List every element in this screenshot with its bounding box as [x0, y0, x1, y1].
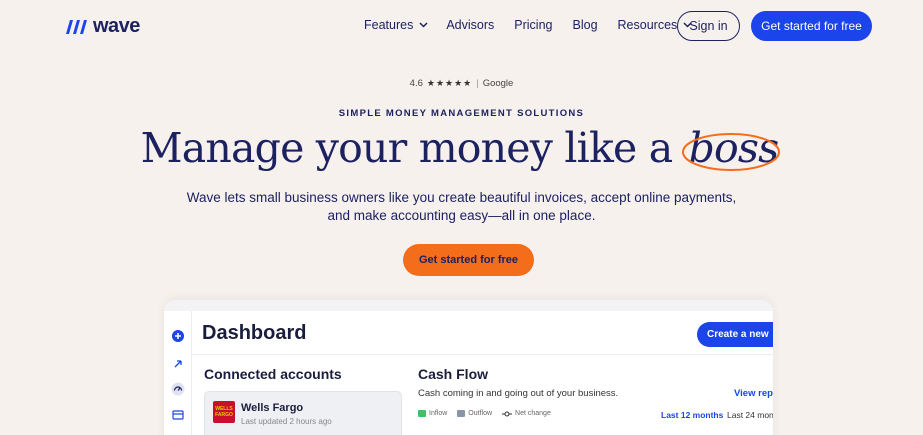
- legend-inflow-label: Inflow: [429, 410, 448, 417]
- subtext-line-1: Wave lets small business owners like you…: [186, 190, 737, 205]
- rating-stars-icon: ★★★★★: [426, 78, 473, 88]
- net-change-line-icon: [502, 411, 513, 416]
- hero-subtext: Wave lets small business owners like you…: [0, 189, 923, 225]
- chevron-down-icon: [419, 22, 428, 28]
- legend-net-change: Net change: [502, 410, 551, 417]
- rating-separator: |: [476, 78, 479, 89]
- plus-icon[interactable]: [171, 329, 185, 343]
- view-report-link[interactable]: View repo: [734, 388, 773, 399]
- subtext-line-2: and make accounting easy—all in one plac…: [327, 208, 596, 223]
- dashboard-icon[interactable]: [171, 382, 185, 396]
- nav-pricing-label: Pricing: [514, 18, 553, 32]
- nav-advisors[interactable]: Advisors: [446, 18, 494, 32]
- nav-blog[interactable]: Blog: [573, 18, 598, 32]
- rating-value: 4.6: [409, 78, 423, 89]
- rating-source: Google: [482, 78, 514, 89]
- cash-flow-legend: Inflow Outflow Net change: [418, 410, 551, 417]
- range-24-months[interactable]: Last 24 mon: [727, 410, 773, 420]
- account-updated: Last updated 2 hours ago: [241, 417, 332, 426]
- rocket-icon[interactable]: [171, 357, 185, 371]
- legend-outflow-label: Outflow: [468, 410, 493, 417]
- headline-emphasis: boss: [681, 124, 783, 172]
- dashboard-preview: Dashboard Create a new Connected account…: [164, 300, 773, 435]
- legend-net-change-label: Net change: [515, 410, 551, 417]
- sign-in-button[interactable]: Sign in: [677, 11, 740, 41]
- nav-blog-label: Blog: [572, 18, 598, 32]
- preview-divider: [192, 354, 773, 355]
- headline-main: Manage your money like a: [140, 124, 674, 172]
- top-nav: wave Features Advisors Pricing Blog Reso…: [0, 0, 923, 52]
- get-started-nav-button[interactable]: Get started for free: [751, 11, 872, 41]
- account-card[interactable]: WELLS FARGO Wells Fargo Last updated 2 h…: [204, 391, 402, 435]
- logo-text: wave: [93, 15, 140, 37]
- wells-fargo-logo: WELLS FARGO: [213, 401, 235, 423]
- nav-resources-label: Resources: [617, 18, 678, 32]
- google-rating: 4.6 ★★★★★ | Google: [0, 78, 923, 89]
- nav-pricing[interactable]: Pricing: [514, 18, 552, 32]
- create-new-label: Create a new: [707, 329, 769, 340]
- preview-top-bar: [164, 300, 773, 311]
- cash-flow-title: Cash Flow: [418, 366, 489, 382]
- account-name: Wells Fargo: [241, 402, 304, 414]
- inflow-swatch-icon: [418, 410, 426, 417]
- dashboard-title: Dashboard: [202, 322, 307, 344]
- nav-features-label: Features: [364, 18, 414, 32]
- wave-logo-icon: [66, 19, 87, 34]
- hero-headline: Manage your money like a boss: [0, 124, 923, 172]
- range-12-months[interactable]: Last 12 months: [661, 410, 723, 420]
- get-started-hero-button[interactable]: Get started for free: [403, 244, 534, 276]
- cash-flow-subtitle: Cash coming in and going out of your bus…: [418, 388, 619, 399]
- nav-links: Features Advisors Pricing Blog Resources: [364, 18, 692, 32]
- preview-sidebar: [164, 311, 192, 435]
- invoice-icon[interactable]: [171, 408, 185, 422]
- legend-outflow: Outflow: [457, 410, 492, 417]
- wave-logo[interactable]: wave: [64, 15, 140, 38]
- outflow-swatch-icon: [457, 410, 466, 417]
- nav-features[interactable]: Features: [364, 18, 428, 32]
- hero-eyebrow: SIMPLE MONEY MANAGEMENT SOLUTIONS: [338, 108, 585, 119]
- create-new-button[interactable]: Create a new: [697, 322, 773, 347]
- nav-advisors-label: Advisors: [446, 18, 495, 32]
- connected-accounts-title: Connected accounts: [204, 366, 342, 382]
- headline-emphasis-text: boss: [688, 124, 780, 172]
- legend-inflow: Inflow: [418, 410, 447, 417]
